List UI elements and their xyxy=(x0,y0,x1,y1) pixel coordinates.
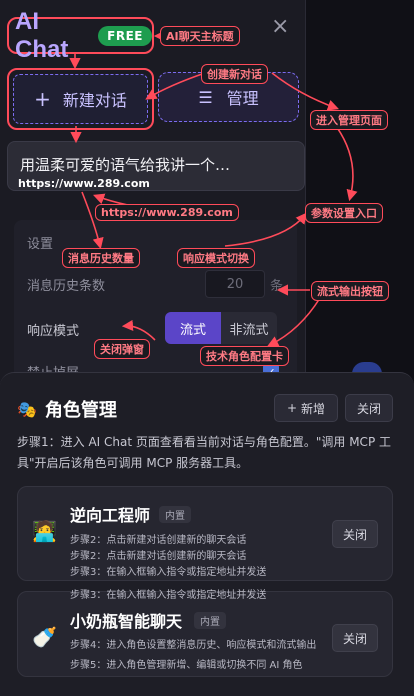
history-count-label: 消息历史条数 xyxy=(27,279,106,294)
role-step: 步骤2：点击新建对话创建新的聊天会话 xyxy=(70,551,247,562)
role-name: 小奶瓶智能聊天 xyxy=(70,612,183,631)
menu-icon: ☰ xyxy=(198,87,213,107)
role-step: 步骤5：进入角色管理新增、编辑或切换不同 AI 角色 xyxy=(70,660,303,671)
sheet-title: 角色管理 xyxy=(44,400,117,421)
annotation-mode-switch: 响应模式切换 xyxy=(177,248,255,268)
new-chat-button[interactable]: + 新建对话 xyxy=(13,74,148,124)
settings-title: 设置 xyxy=(27,237,54,252)
mode-non-stream-button[interactable]: 非流式 xyxy=(221,312,277,344)
role-card[interactable]: 🧑‍💻 逆向工程师 内置 步骤2：点击新建对话创建新的聊天会话 步骤2：点击新建… xyxy=(17,486,393,581)
mode-stream-button[interactable]: 流式 xyxy=(165,312,221,344)
annotation-param-entry: 参数设置入口 xyxy=(305,203,383,223)
annotation-enter-manage: 进入管理页面 xyxy=(310,110,388,130)
annotation-close-popup: 关闭弹窗 xyxy=(94,339,150,359)
sheet-description: 步骤1：进入 AI Chat 页面查看看当前对话与角色配置。"调用 MCP 工具… xyxy=(17,435,391,470)
new-chat-label: 新建对话 xyxy=(62,91,127,110)
app-title: AI Chat xyxy=(15,7,69,63)
plus-icon: + xyxy=(34,87,51,111)
role-step: 步骤2：点击新建对话创建新的聊天会话 xyxy=(70,535,247,546)
watermark-url: https://www.289.com xyxy=(18,177,150,190)
title-group: AI Chat FREE xyxy=(7,8,154,63)
role-close-button[interactable]: 关闭 xyxy=(332,520,378,548)
annotation-stream-button: 流式输出按钮 xyxy=(311,281,389,301)
annotation-role-config: 技术角色配置卡 xyxy=(200,346,289,366)
plus-icon: + xyxy=(286,401,298,415)
history-item-title: 用温柔可爱的语气给我讲一个… xyxy=(20,156,231,174)
new-chat-highlight: + 新建对话 xyxy=(7,68,154,130)
response-mode-toggle: 流式 非流式 xyxy=(165,312,277,344)
role-step: 步骤4：进入角色设置整消息历史、响应模式和流式输出 xyxy=(70,640,317,651)
close-icon[interactable]: × xyxy=(271,14,289,39)
annotation-url: https://www.289.com xyxy=(95,204,239,221)
annotation-create-chat: 创建新对话 xyxy=(201,64,268,84)
role-close-button[interactable]: 关闭 xyxy=(332,624,378,652)
free-badge: FREE xyxy=(98,25,152,46)
annotation-main-title: AI聊天主标题 xyxy=(160,26,240,46)
history-count-unit: 条 xyxy=(270,279,284,294)
baby-bottle-icon: 🍼 xyxy=(32,625,57,649)
role-step: 步骤3：在输入框输入指令或指定地址并发送 xyxy=(70,590,267,601)
role-badge: 内置 xyxy=(159,506,191,523)
theater-masks-icon: 🎭 xyxy=(17,399,37,419)
role-card[interactable]: 步骤3：在输入框输入指令或指定地址并发送 🍼 小奶瓶智能聊天 内置 步骤4：进入… xyxy=(17,590,393,677)
role-badge: 内置 xyxy=(194,612,226,629)
role-step: 步骤3：在输入框输入指令或指定地址并发送 xyxy=(70,567,267,578)
history-count-input[interactable]: 20 xyxy=(205,270,265,298)
response-mode-label: 响应模式 xyxy=(27,324,80,339)
sheet-title-row: 🎭 角色管理 xyxy=(17,396,117,422)
add-role-button[interactable]: + 新增 xyxy=(274,394,338,422)
technologist-icon: 🧑‍💻 xyxy=(32,519,57,543)
role-manager-sheet: 🎭 角色管理 + 新增 关闭 步骤1：进入 AI Chat 页面查看看当前对话与… xyxy=(0,372,414,696)
role-name: 逆向工程师 xyxy=(70,506,151,525)
add-role-label: 新增 xyxy=(301,401,326,416)
close-sheet-button[interactable]: 关闭 xyxy=(345,394,393,422)
manage-label: 管理 xyxy=(226,89,259,108)
annotation-history-count: 消息历史数量 xyxy=(62,248,140,268)
